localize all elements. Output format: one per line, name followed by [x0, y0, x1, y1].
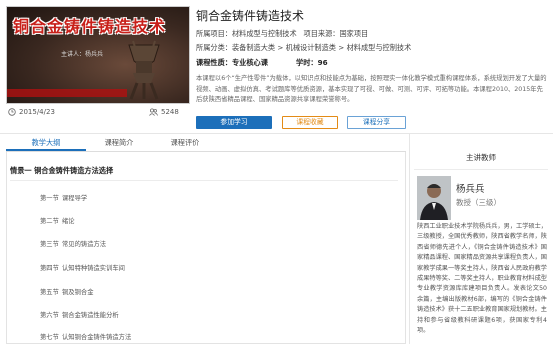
syllabus-item[interactable]: 第六节 铜合金铸造性能分析 — [40, 310, 119, 319]
source-value: 国家项目 — [339, 29, 369, 38]
teacher-name[interactable]: 杨兵兵 — [456, 181, 485, 195]
nature-value: 专业核心课 — [231, 58, 268, 67]
bronze-vessel-illustration — [128, 40, 160, 100]
tab-introduction[interactable]: 课程简介 — [86, 134, 152, 151]
item-name: 铜合金铸造性能分析 — [62, 312, 119, 319]
syllabus-item[interactable]: 第七节 认知铜合金铸件铸造方法 — [40, 332, 131, 341]
item-number: 第四节 — [40, 265, 59, 272]
teacher-heading: 主讲教师 — [466, 153, 496, 162]
teacher-title: 教授（三级） — [456, 198, 501, 207]
item-name: 铜及铜合金 — [62, 289, 94, 296]
course-title: 铜合金铸件铸造技术 — [196, 9, 305, 23]
view-count: 5248 — [149, 108, 179, 116]
share-course-button[interactable]: 课程分享 — [347, 116, 406, 129]
syllabus-item[interactable]: 第二节 绪论 — [40, 216, 75, 225]
teacher-bio: 陕西工业职业技术学院杨兵兵，男，工学硕士，三级教授，全国优秀教师，陕西省教学名师… — [417, 223, 547, 335]
item-number: 第五节 — [40, 289, 59, 296]
project-value: 材料成型与控制技术 — [231, 29, 297, 38]
date-text: 2015/4/23 — [19, 108, 55, 116]
teacher-divider — [414, 169, 548, 170]
cover-authors: 主讲人：杨兵兵 — [61, 51, 104, 58]
item-number: 第二节 — [40, 218, 59, 225]
hours-info: 学时：96 — [296, 58, 328, 68]
category-info: 所属分类：装备制造大类 > 机械设计制造类 > 材料成型与控制技术 — [196, 43, 411, 53]
category-label: 所属分类： — [196, 43, 232, 52]
views-text: 5248 — [161, 108, 179, 116]
section-divider — [10, 180, 398, 181]
tab-syllabus[interactable]: 教学大纲 — [6, 134, 86, 151]
publish-date: 2015/4/23 — [8, 108, 55, 116]
cover-title: 铜合金铸件铸造技术 — [13, 17, 167, 36]
nature-label: 课程性质： — [196, 58, 232, 67]
person-photo-icon — [417, 176, 451, 220]
category-value[interactable]: 装备制造大类 > 机械设计制造类 > 材料成型与控制技术 — [232, 43, 411, 52]
syllabus-item[interactable]: 第五节 铜及铜合金 — [40, 287, 93, 296]
clock-icon — [8, 108, 16, 116]
item-number: 第一节 — [40, 195, 59, 202]
item-number: 第六节 — [40, 312, 59, 319]
course-cover-image: 铜合金铸件铸造技术 主讲人：杨兵兵 — [6, 6, 190, 104]
hours-label: 学时： — [296, 58, 318, 67]
syllabus-item[interactable]: 第一节 课程导学 — [40, 193, 87, 202]
nature-info: 课程性质：专业核心课 — [196, 58, 268, 68]
item-number: 第三节 — [40, 241, 59, 248]
project-label: 所属项目： — [196, 29, 232, 38]
item-name: 课程导学 — [62, 195, 88, 202]
tab-evaluation[interactable]: 课程评价 — [152, 134, 218, 151]
course-description: 本课程以6个“生产性零件”为载体，以知识点和技能点为基础，按照理实一体化教学模式… — [196, 75, 547, 104]
syllabus-item[interactable]: 第三节 常见的铸造方法 — [40, 239, 106, 248]
course-tabs: 教学大纲 课程简介 课程评价 — [6, 134, 406, 152]
item-number: 第七节 — [40, 334, 59, 341]
hours-value: 96 — [317, 58, 328, 67]
join-study-button[interactable]: 参加学习 — [196, 116, 272, 129]
item-name: 认知特种铸造实训车间 — [62, 265, 125, 272]
source-label: 项目来源： — [303, 29, 340, 38]
item-name: 认知铜合金铸件铸造方法 — [62, 334, 132, 341]
cover-red-band — [7, 89, 127, 97]
favorite-course-button[interactable]: 课程收藏 — [282, 116, 338, 129]
users-icon — [149, 108, 158, 116]
syllabus-item[interactable]: 第四节 认知特种铸造实训车间 — [40, 263, 125, 272]
item-name: 绪论 — [62, 218, 75, 225]
syllabus-section-title[interactable]: 情景一 铜合金铸件铸造方法选择 — [10, 166, 113, 176]
teacher-avatar[interactable] — [417, 176, 451, 220]
project-info: 所属项目：材料成型与控制技术 项目来源：国家项目 — [196, 29, 368, 39]
item-name: 常见的铸造方法 — [62, 241, 107, 248]
